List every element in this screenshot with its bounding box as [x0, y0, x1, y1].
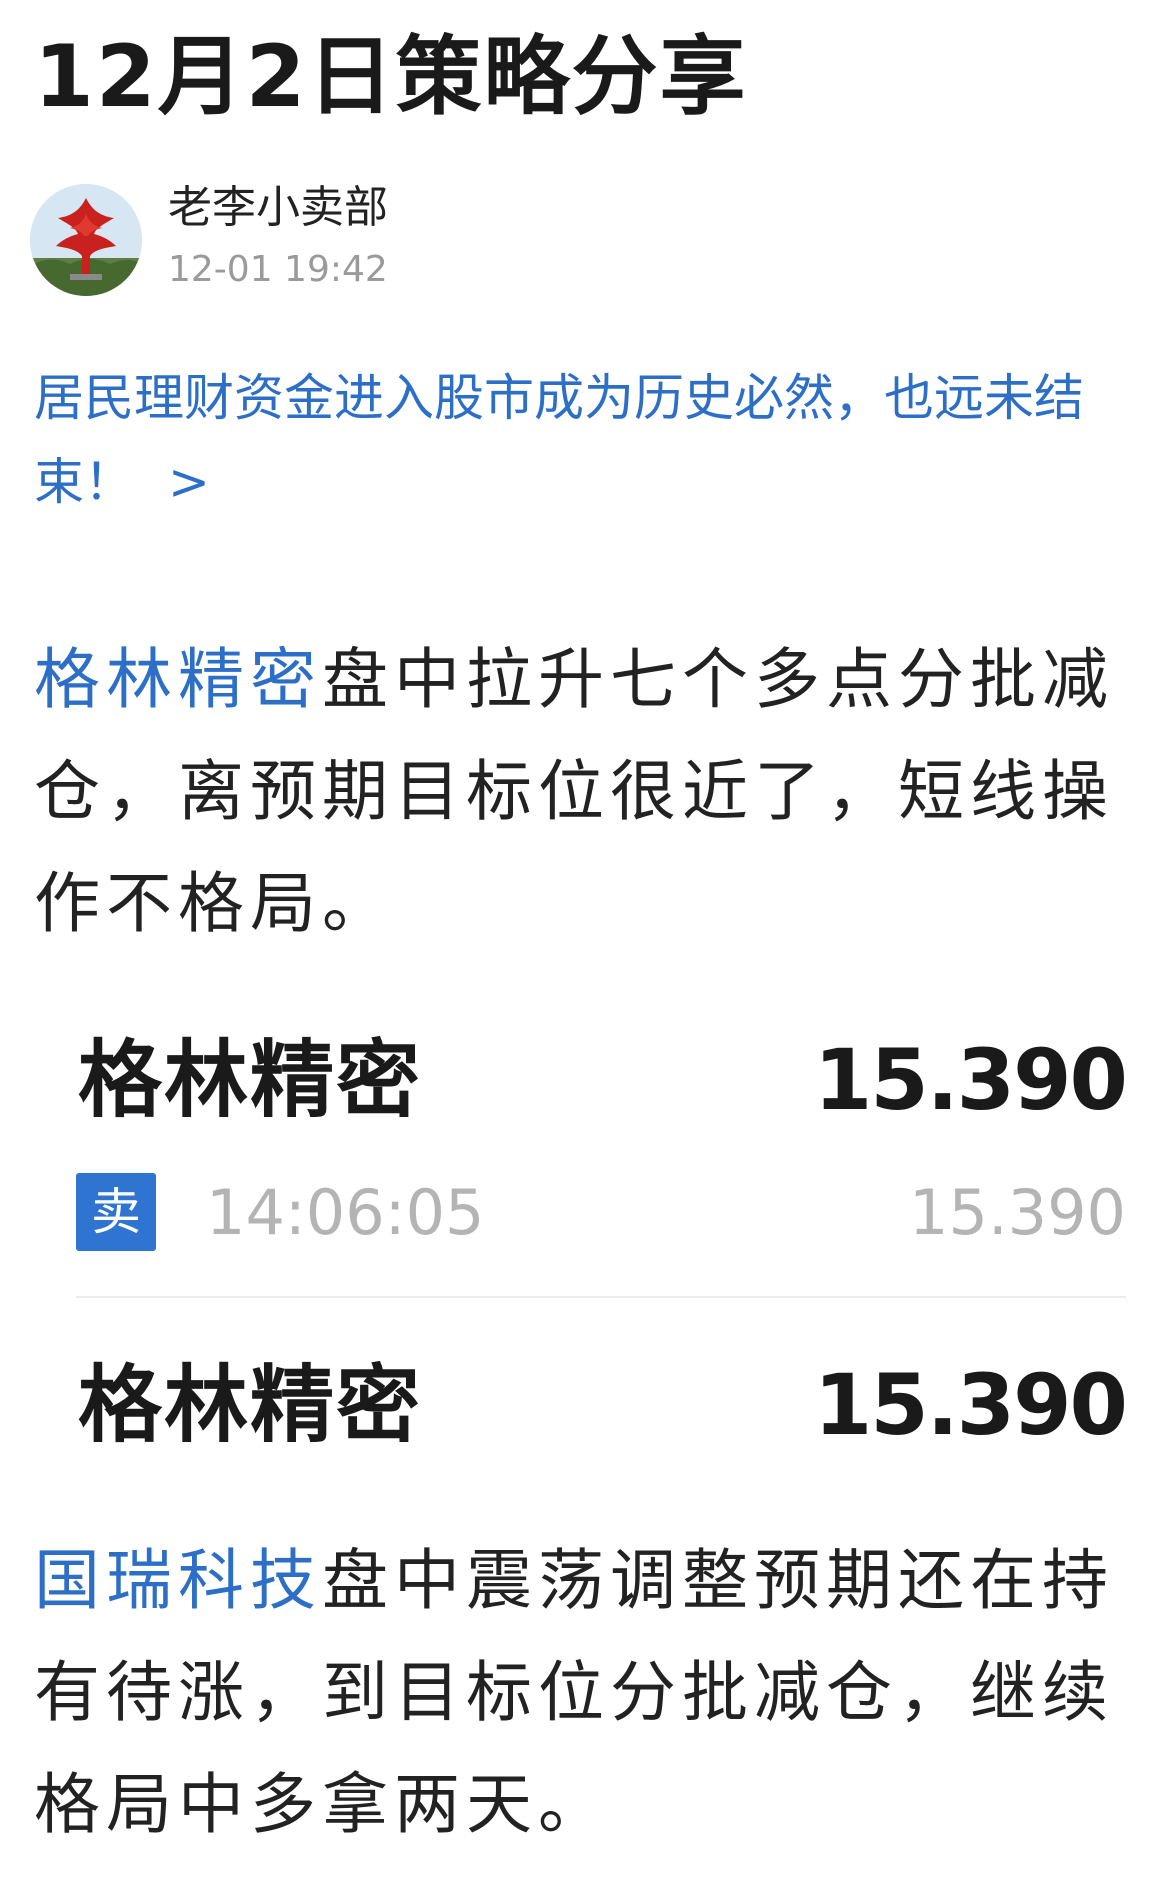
- article-page: 12月2日策略分享 老李小卖部 12-01 19:42 居民理财资金进入股市成为…: [0, 0, 1158, 1883]
- trade-fill-price: 15.390: [909, 1176, 1126, 1249]
- paragraph-1: 格林精密盘中拉升七个多点分批减仓，离预期目标位很近了，短线操作不格局。: [34, 624, 1128, 960]
- promo-article-link[interactable]: 居民理财资金进入股市成为历史必然，也远未结束！ >: [34, 356, 1124, 524]
- avatar-tower-icon[interactable]: [30, 184, 142, 296]
- post-timestamp: 12-01 19:42: [168, 249, 388, 290]
- paragraph-2: 国瑞科技盘中震荡调整预期还在持有待涨，到目标位分批减仓，继续格局中多拿两天。: [34, 1525, 1128, 1861]
- trade-card: 格林精密 15.390 卖 14:06:05 15.390 格林精密 15.39…: [36, 1010, 1128, 1480]
- sell-badge: 卖: [76, 1173, 156, 1251]
- trade-stock-name: 格林精密: [78, 1031, 423, 1129]
- trade-stock-name-2: 格林精密: [78, 1356, 423, 1454]
- avatar-image: [30, 184, 142, 296]
- card-divider: [76, 1296, 1126, 1298]
- trade-stock-price-2: 15.390: [813, 1356, 1128, 1454]
- article-title: 12月2日策略分享: [34, 27, 748, 127]
- author-name[interactable]: 老李小卖部: [168, 180, 388, 236]
- author-row[interactable]: 老李小卖部 12-01 19:42: [30, 180, 1130, 300]
- trade-time: 14:06:05: [206, 1176, 485, 1249]
- trade-stock-price: 15.390: [813, 1031, 1128, 1129]
- stock-link-gelin[interactable]: 格林精密: [34, 641, 322, 718]
- chevron-right-icon[interactable]: >: [168, 453, 210, 511]
- stock-link-guorui[interactable]: 国瑞科技: [34, 1542, 322, 1619]
